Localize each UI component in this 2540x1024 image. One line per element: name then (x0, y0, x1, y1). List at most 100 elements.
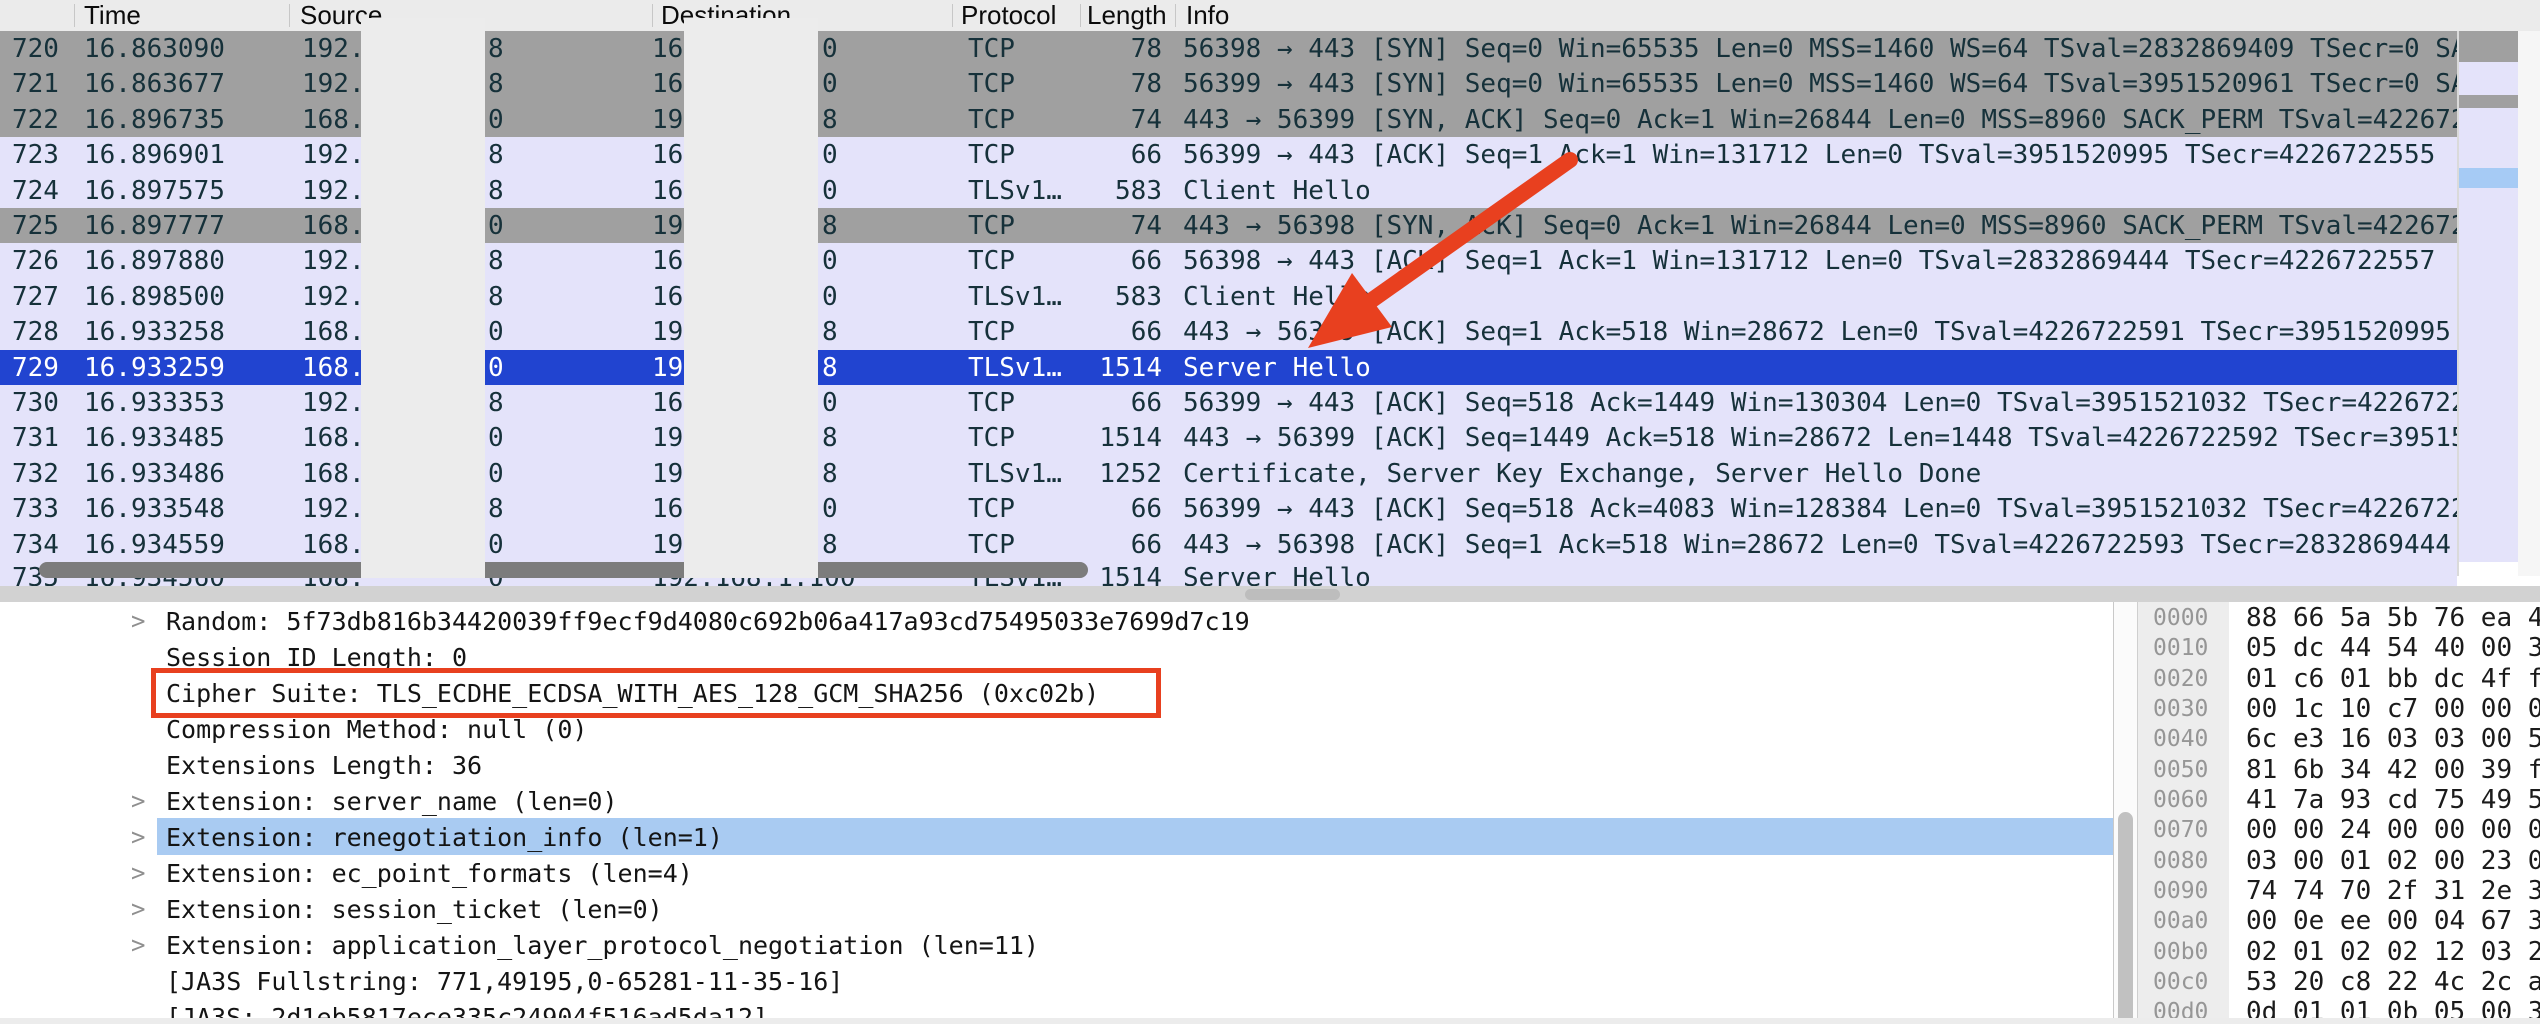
cell-destination: 16 (652, 69, 684, 99)
detail-horizontal-scrollbar-thumb[interactable] (1245, 589, 1340, 600)
packet-list: Time Source Destination Protocol Length Info … (0, 0, 2540, 586)
hex-bytes: 74 74 70 2f 31 2e 3 (2246, 876, 2540, 906)
hex-offset: 0090 (2153, 878, 2209, 904)
column-separator[interactable] (952, 4, 953, 27)
cell-length: 78 (1130, 69, 1162, 99)
hex-row[interactable]: 00a0 00 0e ee 00 04 67 3 (2138, 906, 2540, 936)
cell-source-tail: 8 (488, 34, 504, 64)
column-separator[interactable] (289, 4, 290, 27)
column-separator[interactable] (652, 4, 653, 27)
cell-destination: 16 (652, 176, 684, 206)
expand-caret-icon[interactable]: > (131, 822, 145, 853)
cell-source: 192. (302, 282, 365, 312)
expand-caret-icon[interactable]: > (131, 858, 145, 889)
expand-caret-icon[interactable]: > (131, 930, 145, 961)
cell-destination: 19 (652, 105, 684, 135)
hex-row[interactable]: 0020 01 c6 01 bb dc 4f f (2138, 664, 2540, 694)
cell-info: 443 → 56398 [SYN, ACK] Seq=0 Ack=1 Win=2… (1183, 211, 2457, 241)
cell-protocol: TCP (968, 494, 1015, 524)
hex-offset: 0050 (2153, 757, 2209, 783)
column-separator[interactable] (1175, 4, 1176, 27)
cell-protocol: TCP (968, 246, 1015, 276)
hex-row[interactable]: 0050 81 6b 34 42 00 39 f (2138, 755, 2540, 785)
minimap-segment-gray (2459, 31, 2518, 62)
cell-destination-tail: 0 (822, 69, 838, 99)
horizontal-scrollbar-thumb[interactable] (39, 562, 1088, 578)
cell-length: 1514 (1099, 353, 1162, 383)
cell-source: 168. (302, 423, 365, 453)
hex-bytes: 05 dc 44 54 40 00 3 (2246, 633, 2540, 663)
detail-scrollbar-thumb[interactable] (2118, 812, 2133, 1024)
cell-time: 16.896735 (84, 105, 225, 135)
detail-line[interactable]: Random: 5f73db816b34420039ff9ecf9d4080c6… (166, 606, 1250, 637)
hex-row[interactable]: 0040 6c e3 16 03 03 00 5 (2138, 724, 2540, 754)
detail-line[interactable]: [JA3S Fullstring: 771,49195,0-65281-11-3… (166, 966, 843, 997)
redaction-overlay-destination (684, 18, 818, 578)
detail-line[interactable]: Extension: server_name (len=0) (166, 786, 618, 817)
detail-line[interactable]: Extension: session_ticket (len=0) (166, 894, 663, 925)
cell-info: Server Hello (1183, 563, 1371, 586)
cell-no: 722 (12, 105, 59, 135)
column-header-info[interactable]: Info (1186, 0, 1486, 31)
cell-no: 727 (12, 282, 59, 312)
detail-scrollbar-track[interactable] (2113, 602, 2137, 1024)
packet-minimap-scrollbar[interactable] (2459, 31, 2518, 576)
wireshark-window: Time Source Destination Protocol Length Info … (0, 0, 2540, 1024)
cell-destination: 19 (652, 530, 684, 560)
vertical-scrollbar-track[interactable] (2518, 31, 2540, 576)
cell-time: 16.933548 (84, 494, 225, 524)
column-header-protocol[interactable]: Protocol (961, 0, 1081, 31)
cell-no: 734 (12, 530, 59, 560)
expand-caret-icon[interactable]: > (131, 894, 145, 925)
hex-row[interactable]: 00b0 02 01 02 02 12 03 2 (2138, 937, 2540, 967)
hex-offset: 0080 (2153, 848, 2209, 874)
detail-line[interactable]: Compression Method: null (0) (166, 714, 587, 745)
cell-length: 78 (1130, 34, 1162, 64)
hex-offset: 0020 (2153, 666, 2209, 692)
window-bottom-edge (0, 1018, 2540, 1024)
column-header-length[interactable]: Length (1087, 0, 1172, 31)
cell-no: 723 (12, 140, 59, 170)
hex-offset: 0070 (2153, 817, 2209, 843)
hex-dump-pane: 0000 88 66 5a 5b 76 ea 4 0010 05 dc 44 54 4… (2137, 602, 2540, 1024)
hex-offset: 00a0 (2153, 908, 2209, 934)
detail-line[interactable]: Extension: application_layer_protocol_ne… (166, 930, 1039, 961)
cell-time: 16.933486 (84, 459, 225, 489)
cell-length: 66 (1130, 530, 1162, 560)
expand-caret-icon[interactable]: > (131, 786, 145, 817)
cell-protocol: TCP (968, 140, 1015, 170)
detail-line[interactable]: Extension: renegotiation_info (len=1) (166, 822, 723, 853)
expand-caret-icon[interactable]: > (131, 606, 145, 637)
hex-row[interactable]: 0080 03 00 01 02 00 23 0 (2138, 846, 2540, 876)
column-separator[interactable] (74, 4, 75, 27)
cell-length: 66 (1130, 140, 1162, 170)
cell-destination: 16 (652, 140, 684, 170)
cell-source-tail: 8 (488, 69, 504, 99)
detail-line[interactable]: Extensions Length: 36 (166, 750, 482, 781)
hex-row[interactable]: 0060 41 7a 93 cd 75 49 5 (2138, 785, 2540, 815)
hex-offset: 0030 (2153, 696, 2209, 722)
column-separator[interactable] (1080, 4, 1081, 27)
hex-bytes: 6c e3 16 03 03 00 5 (2246, 724, 2540, 754)
cell-destination-tail: 0 (822, 140, 838, 170)
hex-row[interactable]: 0070 00 00 24 00 00 00 0 (2138, 815, 2540, 845)
cell-destination-tail: 0 (822, 494, 838, 524)
column-header-time[interactable]: Time (84, 0, 284, 31)
cell-source-tail: 0 (488, 423, 504, 453)
cell-source: 168. (302, 105, 365, 135)
redaction-overlay-source (361, 18, 485, 578)
hex-offset: 0000 (2153, 605, 2209, 631)
cell-info: 443 → 56399 [SYN, ACK] Seq=0 Ack=1 Win=2… (1183, 105, 2457, 135)
detail-line[interactable]: Extension: ec_point_formats (len=4) (166, 858, 693, 889)
cell-protocol: TCP (968, 388, 1015, 418)
hex-row[interactable]: 00c0 53 20 c8 22 4c 2c a (2138, 967, 2540, 997)
hex-row[interactable]: 0010 05 dc 44 54 40 00 3 (2138, 633, 2540, 663)
pane-splitter[interactable] (0, 586, 2540, 602)
cell-destination-tail: 8 (822, 353, 838, 383)
hex-row[interactable]: 0030 00 1c 10 c7 00 00 0 (2138, 694, 2540, 724)
cell-info: Server Hello (1183, 353, 1371, 383)
hex-bytes: 01 c6 01 bb dc 4f f (2246, 664, 2540, 694)
hex-row[interactable]: 0000 88 66 5a 5b 76 ea 4 (2138, 603, 2540, 633)
hex-row[interactable]: 0090 74 74 70 2f 31 2e 3 (2138, 876, 2540, 906)
minimap-segment-gray (2459, 95, 2518, 108)
